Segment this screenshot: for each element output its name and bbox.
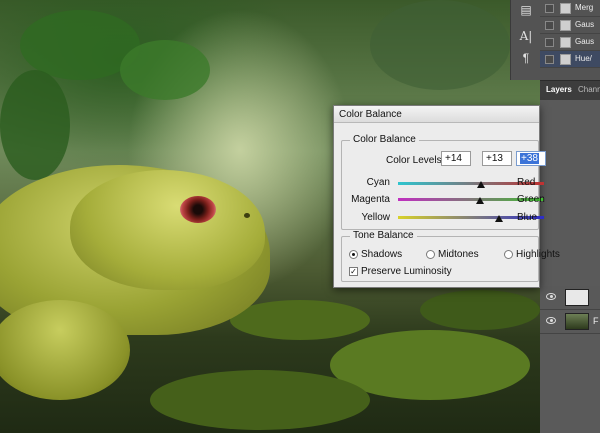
dialog-title: Color Balance [339,109,402,120]
tab-layers[interactable]: Layers [546,85,572,94]
radio-shadows[interactable] [349,250,358,259]
color-level-cyan-red-input[interactable]: +14 [441,151,471,166]
color-levels-label: Color Levels: [386,155,445,166]
radio-midtones[interactable] [426,250,435,259]
history-checkbox[interactable] [545,21,554,30]
group-legend: Tone Balance [350,230,417,241]
slider-label-yellow: Yellow [361,212,390,223]
panel-tool-strip: ▤ A| ¶ [510,0,540,80]
history-item[interactable]: Merg [540,0,600,17]
eye-icon[interactable] [546,317,556,324]
layer-row[interactable] [540,286,600,310]
foliage [0,70,70,180]
color-balance-group: Color Balance Color Levels: +14 +13 +38 … [341,134,546,230]
history-checkbox[interactable] [545,55,554,64]
color-balance-dialog: Color Balance Color Balance Color Levels… [333,105,560,288]
foliage [370,0,510,90]
frog-leg [0,300,130,400]
moss [230,300,370,340]
slider-label-cyan: Cyan [366,177,390,188]
history-item[interactable]: Gaus [540,34,600,51]
layers-list: F [540,100,600,433]
layer-row[interactable]: F [540,310,600,334]
history-label: Merg [575,3,594,12]
radio-highlights[interactable] [504,250,513,259]
history-state-icon [560,37,571,48]
slider-thumb[interactable] [494,215,503,222]
radio-label-midtones: Midtones [438,249,479,260]
slider-label-red: Red [517,177,536,188]
group-legend: Color Balance [350,134,419,145]
layers-tab-bar: Layers Channe [540,80,600,100]
layer-name: F [593,316,599,326]
history-checkbox[interactable] [545,38,554,47]
foliage [120,40,210,100]
tone-balance-group: Tone Balance Shadows Midtones Highlights… [341,230,560,282]
color-level-yellow-blue-input[interactable]: +38 [516,151,546,166]
paragraph-icon[interactable]: ¶ [518,50,534,66]
tab-channels[interactable]: Channe [578,85,600,94]
history-state-icon [560,3,571,14]
slider-thumb[interactable] [477,181,486,188]
radio-label-shadows: Shadows [361,249,403,260]
slider-label-blue: Blue [517,212,538,223]
layer-thumbnail [565,289,589,306]
frog-nostril [244,213,250,218]
history-panel: Merg Gaus Gaus Hue/ [540,0,600,80]
dialog-titlebar[interactable]: Color Balance [334,106,539,123]
history-item-selected[interactable]: Hue/ [540,51,600,68]
history-checkbox[interactable] [545,4,554,13]
history-label: Gaus [575,20,595,29]
layer-thumbnail [565,313,589,330]
history-state-icon [560,54,571,65]
slider-label-green: Green [517,194,545,205]
notes-icon[interactable]: ▤ [518,2,534,18]
slider-label-magenta: Magenta [351,194,390,205]
color-level-magenta-green-input[interactable]: +13 [482,151,512,166]
history-label: Hue/ [575,54,592,63]
history-item[interactable]: Gaus [540,17,600,34]
history-label: Gaus [575,37,595,46]
slider-thumb[interactable] [476,197,485,204]
selected-text: +38 [520,153,539,164]
preserve-luminosity-checkbox[interactable]: ✓ [349,267,358,276]
frog-eye [180,196,216,223]
moss [420,290,540,330]
preserve-luminosity-label: Preserve Luminosity [361,266,452,277]
radio-label-highlights: Highlights [516,249,560,260]
moss [150,370,370,430]
history-state-icon [560,20,571,31]
eye-icon[interactable] [546,293,556,300]
character-icon[interactable]: A| [518,28,534,44]
frog-head [70,170,265,290]
